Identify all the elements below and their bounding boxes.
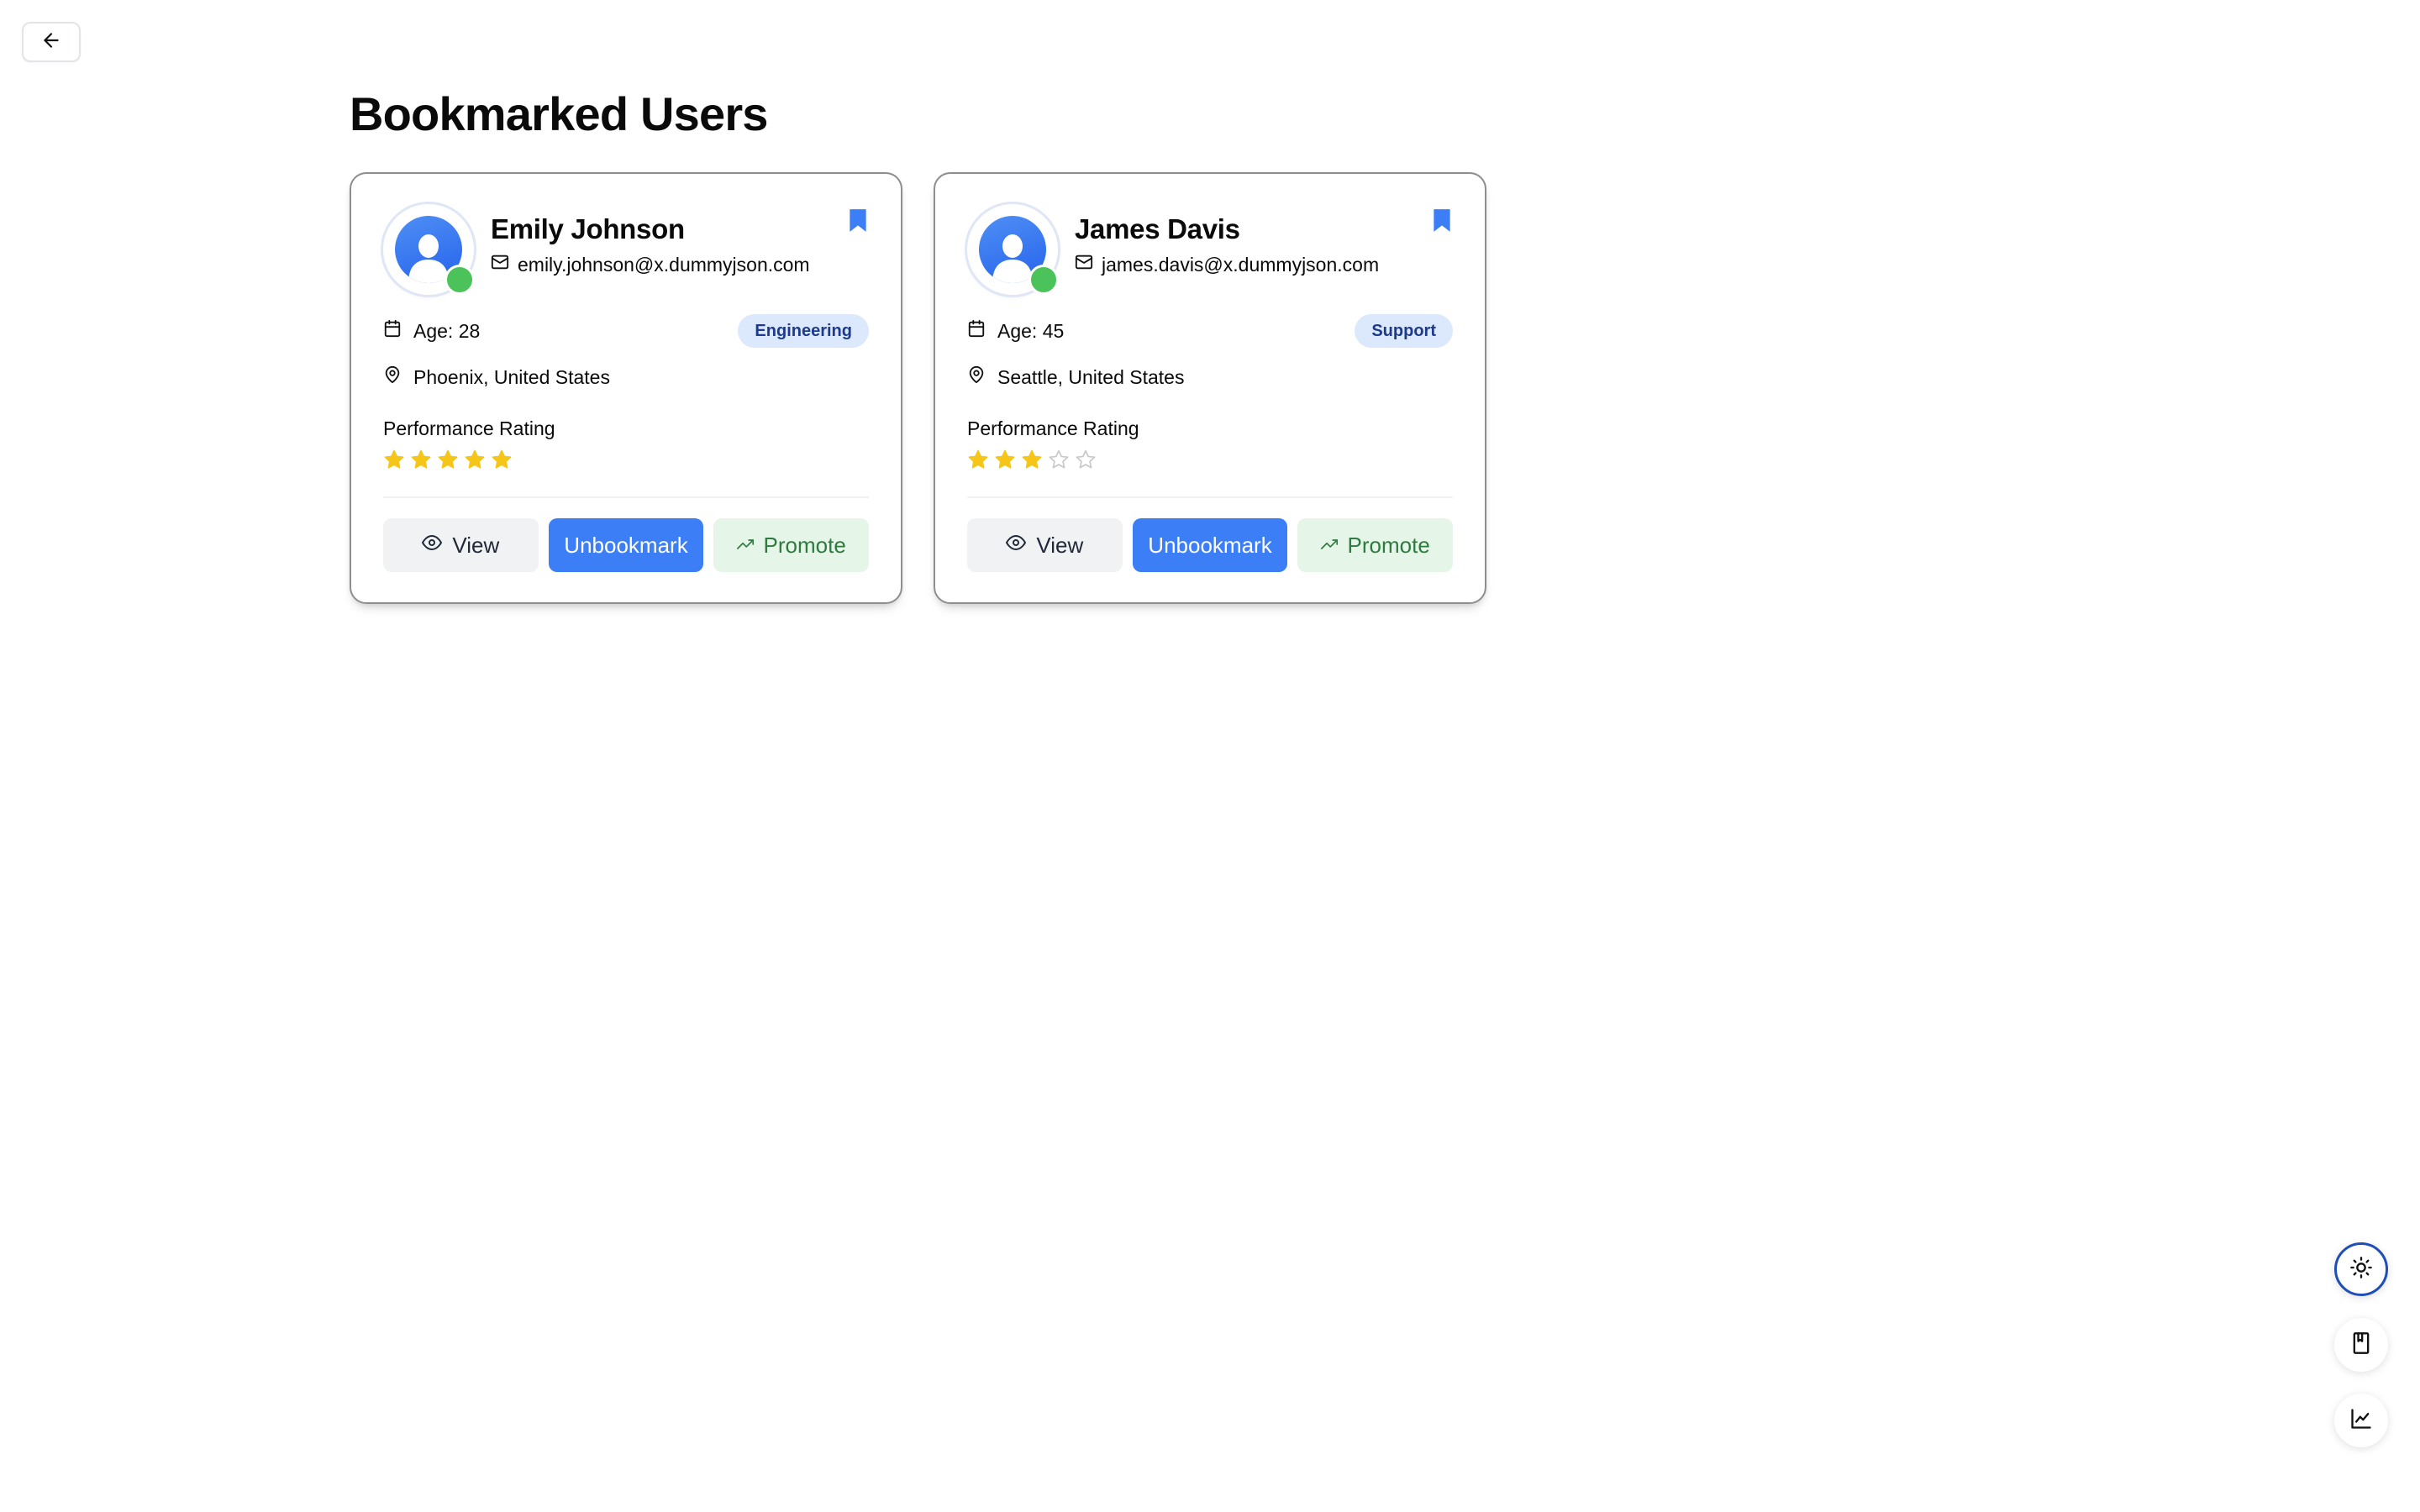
promote-button[interactable]: Promote bbox=[713, 518, 870, 572]
location-row: Phoenix, United States bbox=[383, 364, 610, 391]
star-empty-icon bbox=[1075, 449, 1097, 475]
map-pin-icon bbox=[383, 364, 402, 391]
view-button-label: View bbox=[1036, 532, 1084, 558]
star-filled-icon bbox=[967, 449, 989, 475]
bookmarks-button[interactable] bbox=[2334, 1318, 2388, 1372]
trending-up-icon bbox=[1320, 533, 1338, 559]
view-button[interactable]: View bbox=[967, 518, 1123, 572]
eye-icon bbox=[422, 533, 443, 559]
department-badge: Support bbox=[1355, 314, 1453, 348]
theme-toggle-button[interactable] bbox=[2334, 1242, 2388, 1296]
unbookmark-button[interactable]: Unbookmark bbox=[1132, 518, 1288, 572]
online-status-indicator bbox=[1028, 265, 1059, 295]
promote-button-label: Promote bbox=[763, 532, 846, 558]
performance-rating-label: Performance Rating bbox=[383, 417, 555, 439]
star-filled-icon bbox=[437, 449, 459, 475]
star-empty-icon bbox=[1048, 449, 1070, 475]
divider bbox=[383, 496, 869, 498]
chart-line-icon bbox=[2349, 1407, 2373, 1435]
location-row: Seattle, United States bbox=[967, 364, 1184, 391]
bookmark-toggle-icon[interactable] bbox=[847, 207, 869, 233]
star-filled-icon bbox=[491, 449, 513, 475]
age-row: Age: 45 bbox=[967, 318, 1064, 344]
star-filled-icon bbox=[994, 449, 1016, 475]
user-name: Emily Johnson bbox=[491, 213, 685, 244]
calendar-icon bbox=[967, 318, 986, 344]
eye-icon bbox=[1006, 533, 1027, 559]
view-button-label: View bbox=[452, 532, 500, 558]
user-age: Age: 28 bbox=[413, 320, 481, 342]
view-button[interactable]: View bbox=[383, 518, 539, 572]
back-button[interactable] bbox=[22, 22, 81, 62]
user-email: emily.johnson@x.dummyjson.com bbox=[518, 254, 810, 276]
online-status-indicator bbox=[445, 265, 475, 295]
divider bbox=[967, 496, 1453, 498]
bookmark-icon bbox=[2349, 1331, 2373, 1359]
star-filled-icon bbox=[464, 449, 486, 475]
unbookmark-button-label: Unbookmark bbox=[564, 532, 688, 558]
page-title: Bookmarked Users bbox=[350, 87, 768, 140]
star-filled-icon bbox=[1021, 449, 1043, 475]
unbookmark-button[interactable]: Unbookmark bbox=[548, 518, 704, 572]
star-filled-icon bbox=[383, 449, 405, 475]
promote-button-label: Promote bbox=[1347, 532, 1430, 558]
performance-rating-label: Performance Rating bbox=[967, 417, 1139, 439]
user-location: Seattle, United States bbox=[997, 366, 1185, 388]
user-email-row: emily.johnson@x.dummyjson.com bbox=[491, 251, 810, 278]
user-age: Age: 45 bbox=[997, 320, 1065, 342]
bookmark-toggle-icon[interactable] bbox=[1431, 207, 1453, 233]
promote-button[interactable]: Promote bbox=[1297, 518, 1454, 572]
mail-icon bbox=[1075, 251, 1093, 278]
user-card: James Davis james.davis@x.dummyjson.com … bbox=[934, 172, 1486, 604]
user-name: James Davis bbox=[1075, 213, 1240, 244]
trending-up-icon bbox=[736, 533, 754, 559]
arrow-left-icon bbox=[40, 29, 62, 55]
age-row: Age: 28 bbox=[383, 318, 480, 344]
department-badge: Engineering bbox=[738, 314, 869, 348]
unbookmark-button-label: Unbookmark bbox=[1148, 532, 1272, 558]
user-card: Emily Johnson emily.johnson@x.dummyjson.… bbox=[350, 172, 902, 604]
mail-icon bbox=[491, 251, 509, 278]
map-pin-icon bbox=[967, 364, 986, 391]
performance-rating-stars bbox=[383, 449, 513, 475]
calendar-icon bbox=[383, 318, 402, 344]
performance-rating-stars bbox=[967, 449, 1097, 475]
star-filled-icon bbox=[410, 449, 432, 475]
sun-icon bbox=[2349, 1256, 2373, 1284]
analytics-button[interactable] bbox=[2334, 1394, 2388, 1447]
user-location: Phoenix, United States bbox=[413, 366, 610, 388]
user-email-row: james.davis@x.dummyjson.com bbox=[1075, 251, 1379, 278]
user-email: james.davis@x.dummyjson.com bbox=[1102, 254, 1380, 276]
